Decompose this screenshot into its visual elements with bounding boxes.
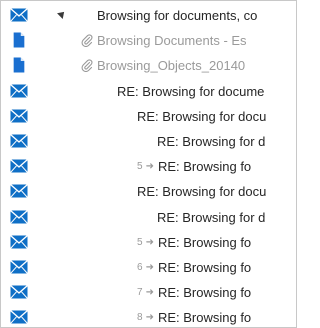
message-thread-list: Browsing for documents, co Browsing Docum… xyxy=(0,0,297,328)
subject-cell: Browsing for documents, co xyxy=(97,3,296,28)
subject-cell: 5 ➜ RE: Browsing fo xyxy=(137,154,296,179)
subject-text: Browsing for documents, co xyxy=(97,8,258,23)
message-row[interactable]: 5 ➜ RE: Browsing fo xyxy=(1,154,296,179)
paperclip-icon xyxy=(81,59,97,73)
reply-arrow-icon: ➜ xyxy=(145,312,154,324)
subject-text: RE: Browsing for d xyxy=(157,209,266,225)
document-icon xyxy=(12,32,30,48)
paperclip-icon xyxy=(81,34,97,48)
subject-text: RE: Browsing fo xyxy=(157,234,252,250)
mail-icon xyxy=(10,158,28,174)
subject-cell: RE: Browsing for docu xyxy=(137,104,296,129)
mail-icon xyxy=(10,309,28,325)
message-row[interactable]: 8 ➜ RE: Browsing fo xyxy=(1,305,296,327)
message-row[interactable]: RE: Browsing for d xyxy=(1,129,296,154)
subject-text: RE: Browsing fo xyxy=(157,285,252,301)
subject-text: RE: Browsing for docu xyxy=(137,108,267,124)
document-icon xyxy=(12,57,30,73)
subject-cell: Browsing Documents - Es xyxy=(81,28,296,53)
attachment-row[interactable]: Browsing_Objects_20140 xyxy=(1,53,296,78)
thread-level-number: 6 xyxy=(137,262,143,273)
subject-text: RE: Browsing fo xyxy=(157,310,252,326)
subject-text: Browsing_Objects_20140 xyxy=(97,58,246,74)
mail-icon xyxy=(10,7,28,23)
mail-icon xyxy=(10,133,28,149)
thread-level-number: 5 xyxy=(137,161,143,173)
subject-text: RE: Browsing fo xyxy=(157,260,252,275)
message-row[interactable]: RE: Browsing for docume xyxy=(1,79,296,104)
message-row[interactable]: 7 ➜ RE: Browsing fo xyxy=(1,280,296,305)
message-row[interactable]: 5 ➜ RE: Browsing fo xyxy=(1,230,296,255)
reply-arrow-icon: ➜ xyxy=(145,161,154,173)
reply-arrow-icon: ➜ xyxy=(145,262,154,273)
message-row[interactable]: 6 ➜ RE: Browsing fo xyxy=(1,255,296,280)
message-row[interactable]: RE: Browsing for docu xyxy=(1,104,296,129)
mail-icon xyxy=(10,83,28,99)
subject-text: RE: Browsing for docu xyxy=(137,184,267,200)
subject-cell: RE: Browsing for d xyxy=(157,129,296,154)
thread-level-number: 8 xyxy=(137,312,143,324)
mail-icon xyxy=(10,234,28,250)
attachment-row[interactable]: Browsing Documents - Es xyxy=(1,28,296,53)
subject-text: RE: Browsing fo xyxy=(157,159,252,175)
subject-cell: 8 ➜ RE: Browsing fo xyxy=(137,305,296,327)
mail-icon xyxy=(10,183,28,199)
message-row[interactable]: RE: Browsing for d xyxy=(1,205,296,230)
thread-level-number: 5 xyxy=(137,236,143,248)
subject-text: RE: Browsing for docume xyxy=(117,83,265,99)
message-row[interactable]: Browsing for documents, co xyxy=(1,3,296,28)
mail-icon xyxy=(10,259,28,275)
reply-arrow-icon: ➜ xyxy=(145,287,154,299)
collapse-thread-icon[interactable] xyxy=(57,9,67,19)
mail-icon xyxy=(10,108,28,124)
message-row[interactable]: RE: Browsing for docu xyxy=(1,179,296,204)
mail-icon xyxy=(10,209,28,225)
subject-text: Browsing Documents - Es xyxy=(97,33,247,49)
subject-cell: RE: Browsing for d xyxy=(157,205,296,230)
reply-arrow-icon: ➜ xyxy=(145,236,154,248)
subject-cell: RE: Browsing for docume xyxy=(117,79,296,104)
subject-cell: Browsing_Objects_20140 xyxy=(81,53,296,78)
subject-cell: 5 ➜ RE: Browsing fo xyxy=(137,230,296,255)
mail-icon xyxy=(10,284,28,300)
subject-cell: 7 ➜ RE: Browsing fo xyxy=(137,280,296,305)
subject-cell: 6 ➜ RE: Browsing fo xyxy=(137,255,296,280)
thread-level-number: 7 xyxy=(137,287,143,299)
subject-text: RE: Browsing for d xyxy=(157,134,266,149)
subject-cell: RE: Browsing for docu xyxy=(137,179,296,204)
